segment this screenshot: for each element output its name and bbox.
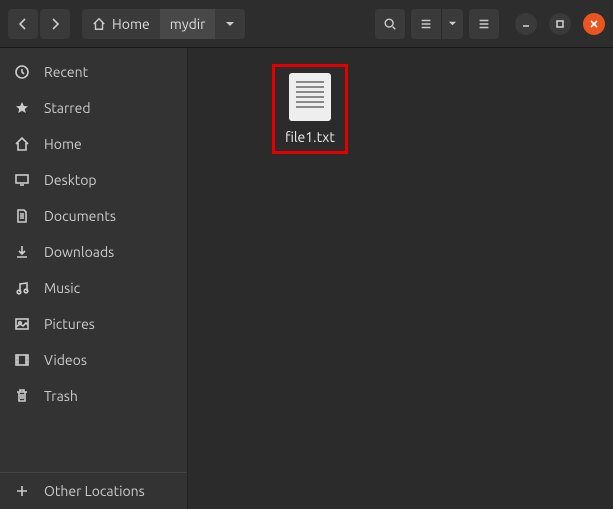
sidebar-item-label: Music	[44, 280, 80, 296]
sidebar-item-trash[interactable]: Trash	[0, 378, 187, 414]
clock-icon	[14, 64, 30, 80]
breadcrumb-label: mydir	[170, 16, 206, 32]
plus-icon	[14, 483, 30, 499]
sidebar: Recent Starred Home Desktop Documents Do…	[0, 48, 188, 509]
close-button[interactable]	[583, 13, 605, 35]
forward-button[interactable]	[40, 9, 70, 39]
sidebar-item-label: Starred	[44, 100, 91, 116]
sidebar-item-label: Videos	[44, 352, 87, 368]
header-bar: Home mydir	[0, 0, 613, 48]
maximize-button[interactable]	[549, 13, 571, 35]
hamburger-menu-button[interactable]	[469, 9, 499, 39]
sidebar-item-music[interactable]: Music	[0, 270, 187, 306]
maximize-icon	[555, 19, 565, 29]
back-button[interactable]	[8, 9, 38, 39]
path-bar: Home mydir	[82, 9, 245, 39]
close-icon	[589, 19, 599, 29]
minimize-button[interactable]	[515, 13, 537, 35]
sidebar-item-desktop[interactable]: Desktop	[0, 162, 187, 198]
sidebar-item-other-locations[interactable]: Other Locations	[0, 473, 187, 509]
window-controls	[515, 13, 605, 35]
pictures-icon	[14, 316, 30, 332]
sidebar-item-label: Documents	[44, 208, 116, 224]
sidebar-item-label: Desktop	[44, 172, 97, 188]
search-icon	[383, 17, 397, 31]
trash-icon	[14, 388, 30, 404]
text-file-icon	[289, 73, 331, 121]
videos-icon	[14, 352, 30, 368]
path-dropdown-button[interactable]	[215, 9, 245, 39]
downloads-icon	[14, 244, 30, 260]
list-icon	[419, 17, 433, 31]
chevron-left-icon	[17, 18, 29, 30]
sidebar-item-recent[interactable]: Recent	[0, 54, 187, 90]
view-controls	[411, 9, 463, 39]
sidebar-item-label: Downloads	[44, 244, 114, 260]
sidebar-item-label: Pictures	[44, 316, 95, 332]
music-icon	[14, 280, 30, 296]
search-button[interactable]	[375, 9, 405, 39]
breadcrumb-home[interactable]: Home	[82, 9, 160, 39]
breadcrumb-current[interactable]: mydir	[160, 9, 216, 39]
sidebar-item-documents[interactable]: Documents	[0, 198, 187, 234]
file-view[interactable]: file1.txt	[188, 48, 613, 509]
minimize-icon	[521, 19, 531, 29]
main-area: Recent Starred Home Desktop Documents Do…	[0, 48, 613, 509]
sidebar-item-videos[interactable]: Videos	[0, 342, 187, 378]
desktop-icon	[14, 172, 30, 188]
view-options-button[interactable]	[441, 9, 463, 39]
sidebar-item-label: Trash	[44, 388, 78, 404]
nav-buttons	[8, 9, 72, 39]
sidebar-item-starred[interactable]: Starred	[0, 90, 187, 126]
home-icon	[92, 17, 106, 31]
places-list: Recent Starred Home Desktop Documents Do…	[0, 48, 187, 472]
sidebar-item-label: Home	[44, 136, 82, 152]
triangle-down-icon	[448, 19, 457, 28]
chevron-right-icon	[49, 18, 61, 30]
sidebar-item-label: Recent	[44, 64, 88, 80]
sidebar-item-downloads[interactable]: Downloads	[0, 234, 187, 270]
sidebar-item-label: Other Locations	[44, 483, 145, 499]
sidebar-item-pictures[interactable]: Pictures	[0, 306, 187, 342]
sidebar-item-home[interactable]: Home	[0, 126, 187, 162]
list-view-button[interactable]	[411, 9, 441, 39]
file-item[interactable]: file1.txt	[272, 64, 348, 154]
star-icon	[14, 100, 30, 116]
documents-icon	[14, 208, 30, 224]
breadcrumb-label: Home	[112, 16, 150, 32]
triangle-down-icon	[225, 19, 235, 29]
menu-icon	[477, 17, 491, 31]
home-icon	[14, 136, 30, 152]
file-name-label: file1.txt	[285, 129, 335, 145]
